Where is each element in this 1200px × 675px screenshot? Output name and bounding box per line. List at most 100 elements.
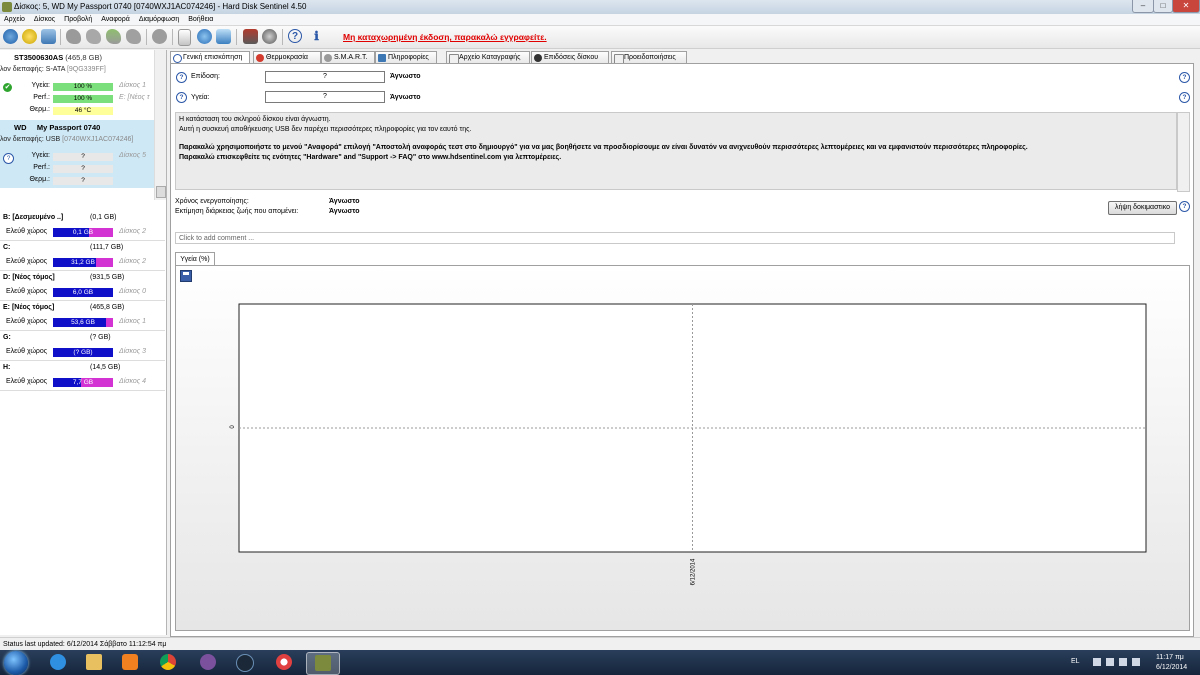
free-space-label: Ελεύθ χώρος <box>6 348 48 355</box>
volume-entry[interactable]: E: [Νέος τόμος] (465,8 GB) Ελεύθ χώρος 53,6… <box>0 301 165 331</box>
tool2-icon[interactable] <box>86 29 101 44</box>
help-icon[interactable]: ? <box>176 72 187 83</box>
disk-name: ST3500630AS <box>14 53 64 62</box>
taskbar-explorer[interactable] <box>78 652 110 673</box>
volume-entry[interactable]: H: (14,5 GB) Ελεύθ χώρος 7,7 GB Δίσκος 4 <box>0 361 165 391</box>
menu-view[interactable]: Προβολή <box>64 14 92 25</box>
volume-entry[interactable]: G: (? GB) Ελεύθ χώρος (? GB) Δίσκος 3 <box>0 331 165 361</box>
arrow-up-icon[interactable] <box>1093 658 1101 666</box>
message-line: Παρακαλώ επισκεφθείτε τις ενότητες "Hard… <box>179 153 562 161</box>
taskbar-steam[interactable] <box>228 652 260 673</box>
power-on-value: Άγνωστο <box>329 198 360 205</box>
menu-help[interactable]: Βοήθεια <box>188 14 213 25</box>
volume-entry[interactable]: C: (111,7 GB) Ελεύθ χώρος 31,2 GB Δίσκος 2 <box>0 241 165 271</box>
status-message-box: Η κατάσταση του σκληρού δίσκου είναι άγν… <box>175 112 1177 190</box>
volume-icon[interactable] <box>1132 658 1140 666</box>
menu-configuration[interactable]: Διαμόρφωση <box>139 14 179 25</box>
help-icon[interactable]: ? <box>1179 92 1190 103</box>
volume-disk-number: Δίσκος 1 <box>119 318 147 325</box>
taskbar-media-player[interactable] <box>114 652 146 673</box>
free-space-label: Ελεύθ χώρος <box>6 378 48 385</box>
tab-label: Γενική επισκόπηση <box>183 54 243 61</box>
menu-file[interactable]: Αρχείο <box>4 14 25 25</box>
perf-bar: 100 % <box>53 95 113 103</box>
settings-icon[interactable] <box>243 29 258 44</box>
mail-icon[interactable] <box>41 29 56 44</box>
comment-input[interactable]: Click to add comment ... <box>175 232 1175 244</box>
disk-name: My Passport 0740 <box>36 123 101 132</box>
monitor-icon[interactable] <box>216 29 231 44</box>
disk-entry-wd-my-passport[interactable]: WD My Passport 0740 λον διεπαφής: USB [0… <box>0 120 154 188</box>
free-space-bar: (? GB) <box>53 348 113 357</box>
refresh2-icon[interactable] <box>197 29 212 44</box>
tool1-icon[interactable] <box>66 29 81 44</box>
menu-disk[interactable]: Δίσκος <box>34 14 55 25</box>
tab-health-chart[interactable]: Υγεία (%) <box>175 252 215 266</box>
serial-value: [9QG339FF] <box>66 66 106 73</box>
menu-report[interactable]: Αναφορά <box>101 14 130 25</box>
left-panel: ST3500630AS (465,8 GB) λον διεπαφής: S-A… <box>0 50 167 635</box>
health-bar: ? <box>53 153 113 161</box>
start-button[interactable] <box>4 651 28 675</box>
refresh-icon[interactable] <box>3 29 18 44</box>
perf-label: Perf.: <box>33 164 50 171</box>
disk-vendor: WD <box>14 123 27 132</box>
disk-size: (465,8 GB) <box>65 53 102 62</box>
free-space-label: Ελεύθ χώρος <box>6 288 48 295</box>
info-icon[interactable]: ℹ <box>309 29 324 44</box>
flag-icon[interactable] <box>1106 658 1114 666</box>
taskbar-chrome[interactable] <box>152 652 184 673</box>
health-chart: 0 6/12/2014 <box>230 303 1147 585</box>
taskbar-hdsentinel[interactable] <box>306 652 340 675</box>
temp-label: Θερμ.: <box>29 106 50 113</box>
interface-value: USB <box>45 136 61 143</box>
help-icon[interactable]: ? <box>1179 201 1190 212</box>
help-icon[interactable]: ? <box>176 92 187 103</box>
disk-entry-st3500630as[interactable]: ST3500630AS (465,8 GB) λον διεπαφής: S-A… <box>0 50 154 118</box>
tool3-icon[interactable] <box>106 29 121 44</box>
volume-name: C: <box>3 244 11 251</box>
minimize-button[interactable]: – <box>1132 0 1154 13</box>
close-button[interactable]: ✕ <box>1172 0 1200 13</box>
clock-time[interactable]: 11:17 πμ <box>1156 654 1184 661</box>
report-icon[interactable] <box>178 29 191 46</box>
help-icon[interactable]: ? <box>288 29 302 43</box>
health-chart-panel: 0 6/12/2014 <box>175 265 1190 631</box>
volume-size: (111,7 GB) <box>90 244 124 251</box>
volume-size: (14,5 GB) <box>90 364 121 371</box>
volume-entry[interactable]: D: [Νέος τόμος] (931,5 GB) Ελεύθ χώρος 6,0 … <box>0 271 165 301</box>
registration-notice-link[interactable]: Μη καταχωρημένη έκδοση, παρακαλώ εγγραφε… <box>343 32 547 42</box>
status-bar: Status last updated: 6/12/2014 Σάββατο 1… <box>0 637 1200 651</box>
volume-disk-number: Δίσκος 0 <box>119 288 147 295</box>
tab-label: Επιδόσεις δίσκου <box>544 54 599 61</box>
perf-bar: ? <box>53 165 113 173</box>
tab-label: Θερμοκρασία <box>266 54 308 61</box>
free-space-bar: 53,6 GB <box>53 318 113 327</box>
message-scrollbar[interactable] <box>1177 112 1190 192</box>
health-value: Άγνωστο <box>390 94 421 101</box>
disk-icon[interactable] <box>262 29 277 44</box>
taskbar-ie[interactable] <box>42 652 74 673</box>
taskbar: EL 11:17 πμ 6/12/2014 <box>0 650 1200 675</box>
taskbar-viber[interactable] <box>192 652 224 673</box>
language-indicator[interactable]: EL <box>1071 658 1080 665</box>
message-line: Αυτή η συσκευή αποθήκευσης USB δεν παρέχ… <box>179 125 472 133</box>
health-box: ? <box>265 91 385 103</box>
volume-disk-number: Δίσκος 4 <box>119 378 147 385</box>
disk-list-scrollbar[interactable] <box>154 50 166 200</box>
perf-label: Perf.: <box>33 94 50 101</box>
warning-icon[interactable] <box>22 29 37 44</box>
perf-row: Perf.: 100 % E: [Νέος τ <box>0 94 154 104</box>
temp-row: Θερμ.: 46 °C <box>0 106 154 116</box>
tool5-icon[interactable] <box>152 29 167 44</box>
tool4-icon[interactable] <box>126 29 141 44</box>
test-button[interactable]: λήψη δοκιμαστικο <box>1108 201 1177 215</box>
help-icon[interactable]: ? <box>1179 72 1190 83</box>
network-icon[interactable] <box>1119 658 1127 666</box>
maximize-button[interactable]: □ <box>1153 0 1173 13</box>
taskbar-lifebuoy[interactable] <box>268 652 300 673</box>
volume-entry[interactable]: B: [Δεσμευμένο ..] (0,1 GB) Ελεύθ χώρος 0,1… <box>0 211 165 241</box>
temp-bar: 46 °C <box>53 107 113 115</box>
status-text: Status last updated: 6/12/2014 Σάββατο 1… <box>3 641 167 648</box>
clock-date[interactable]: 6/12/2014 <box>1156 664 1187 671</box>
